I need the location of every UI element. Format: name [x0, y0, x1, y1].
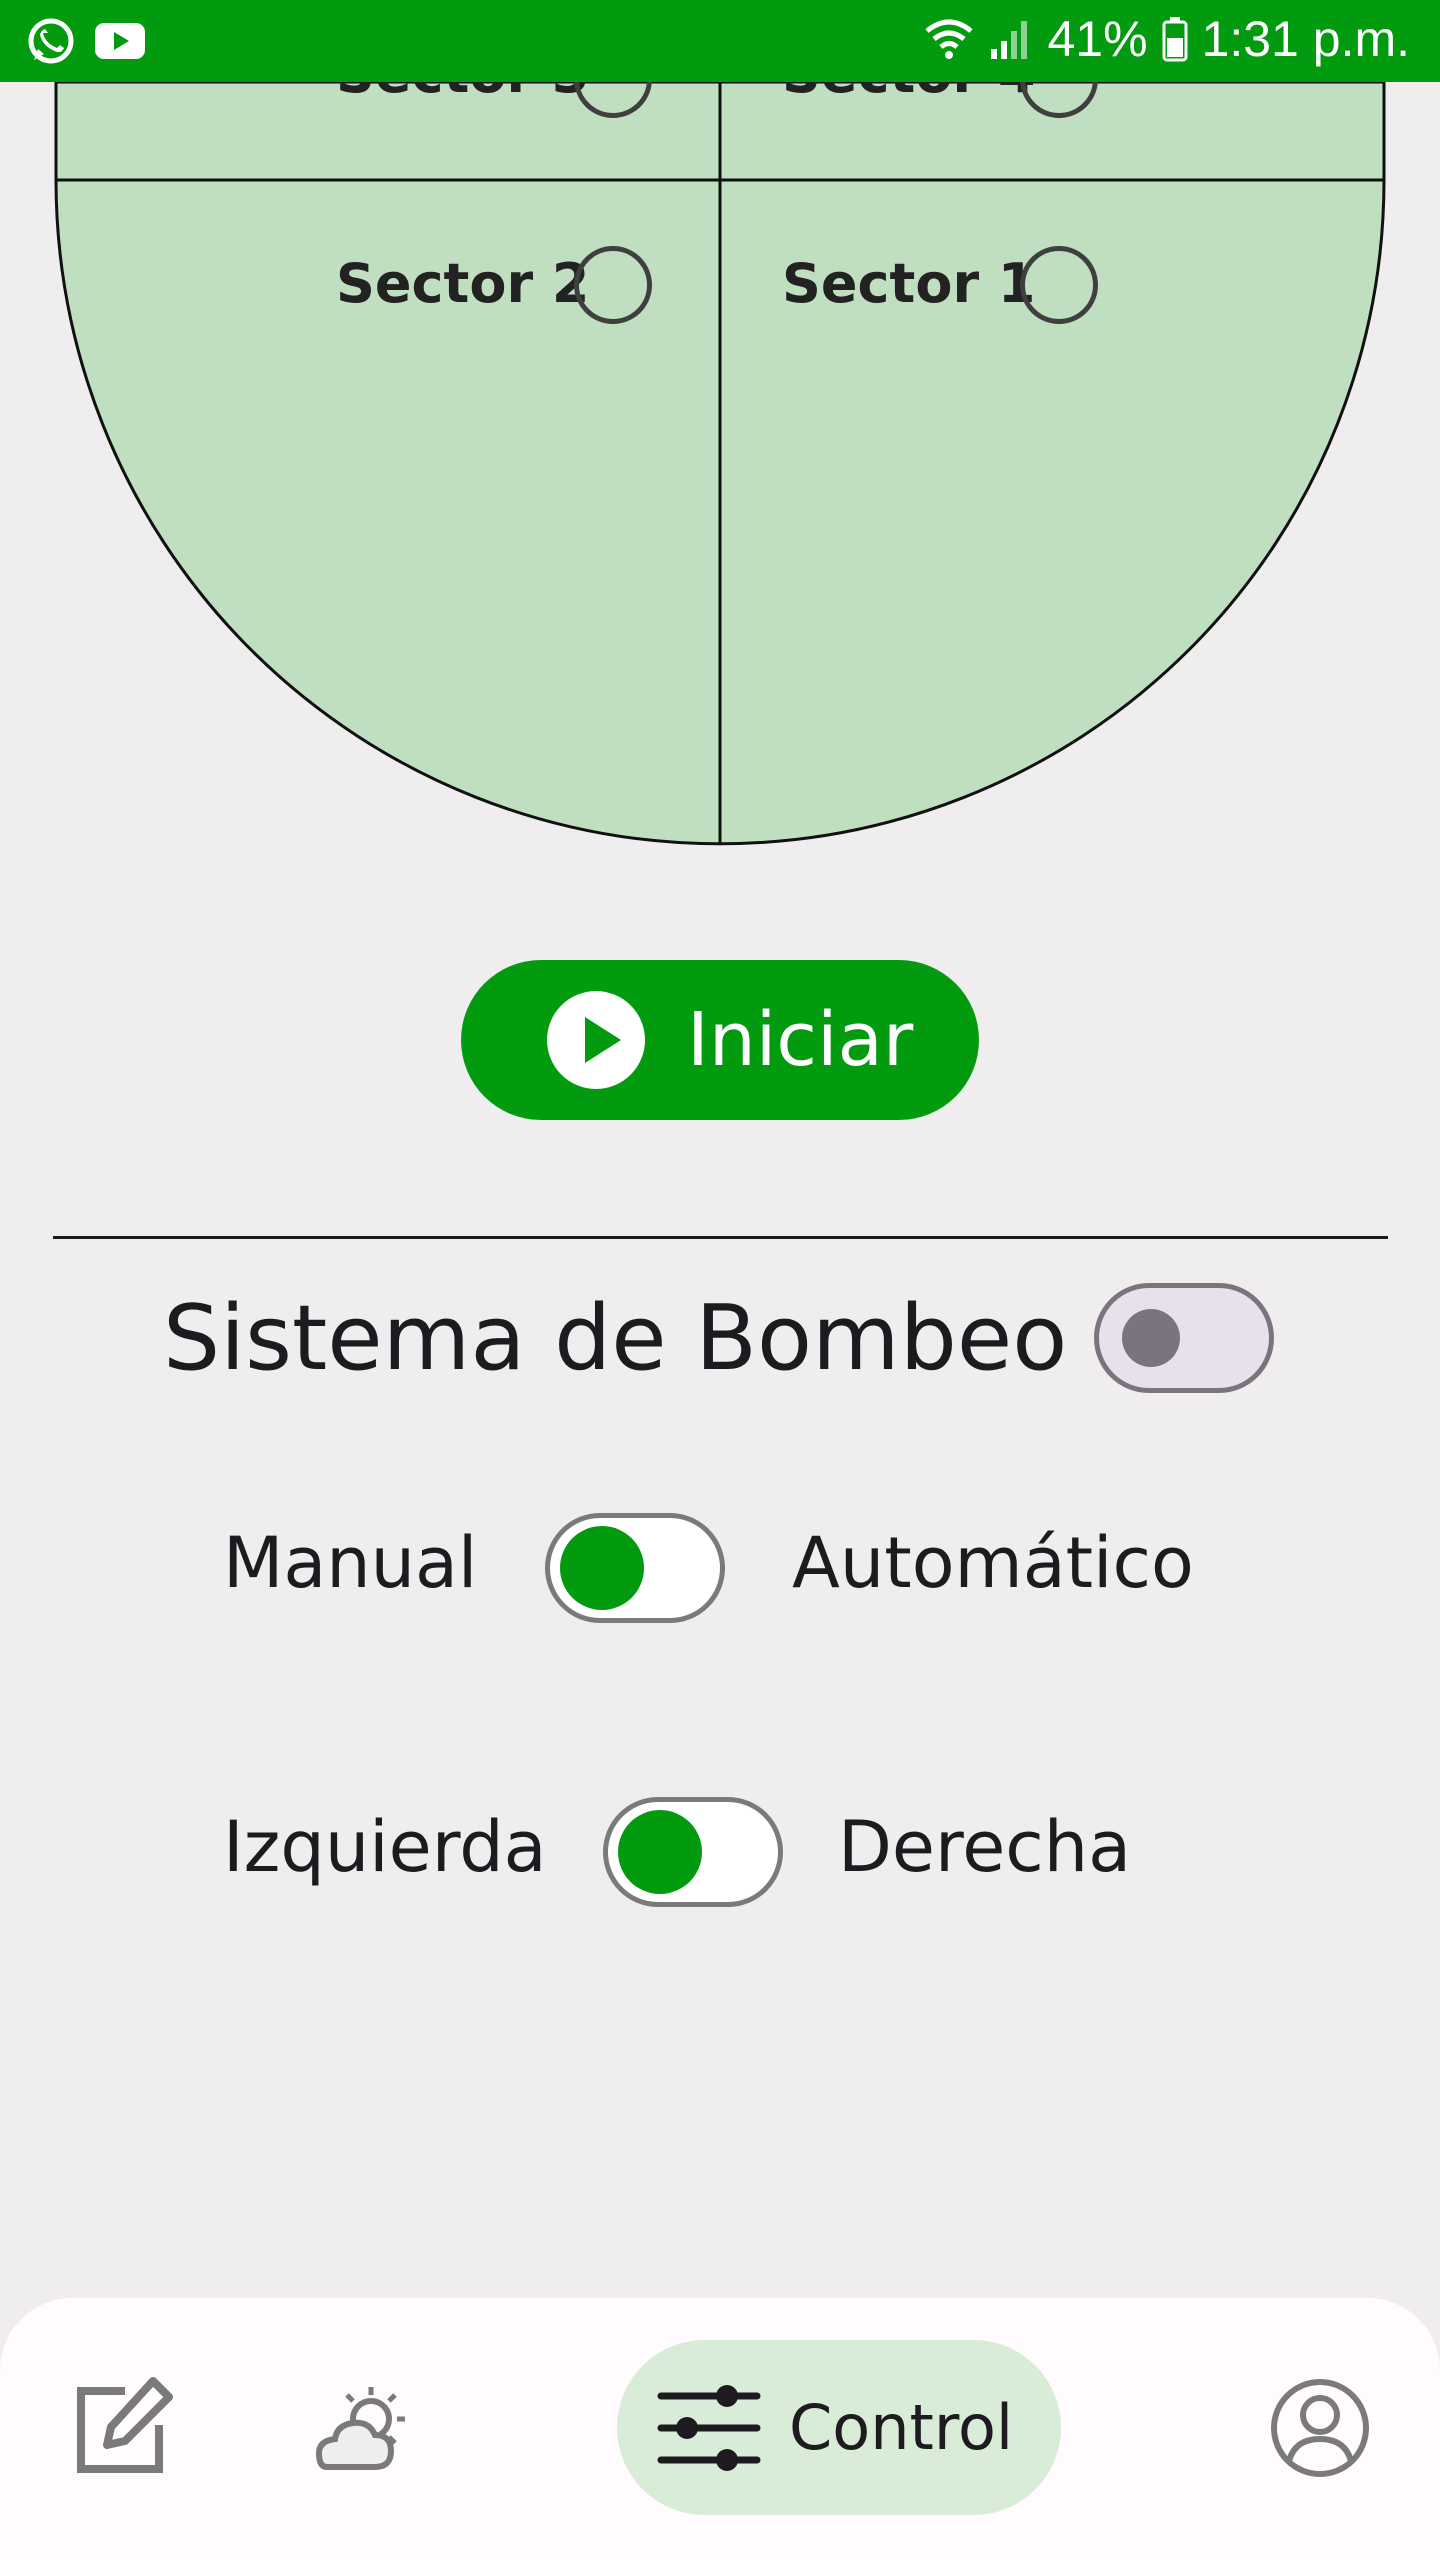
mode-switch[interactable]	[545, 1513, 725, 1623]
start-button[interactable]: Iniciar	[461, 960, 979, 1120]
direction-switch[interactable]	[603, 1797, 783, 1907]
battery-icon	[1162, 16, 1188, 62]
sliders-icon	[657, 2384, 761, 2471]
battery-percent: 41%	[1047, 11, 1148, 67]
start-button-label: Iniciar	[687, 997, 914, 1083]
switch-knob	[1122, 1309, 1180, 1367]
section-divider	[53, 1236, 1388, 1239]
sector-1-radio[interactable]	[1020, 246, 1098, 324]
sector-1-label: Sector 1	[782, 252, 1036, 315]
sector-2-label: Sector 2	[336, 252, 590, 315]
nav-weather[interactable]	[290, 2358, 430, 2498]
signal-icon	[989, 17, 1033, 61]
pump-system-label: Sistema de Bombeo	[163, 1286, 1068, 1391]
nav-account[interactable]	[1250, 2358, 1390, 2498]
nav-control[interactable]: Control	[617, 2340, 1061, 2515]
direction-right-label: Derecha	[838, 1806, 1132, 1888]
weather-icon	[315, 2387, 405, 2470]
mode-manual-label: Manual	[223, 1522, 478, 1604]
wifi-icon	[923, 17, 975, 61]
sector-wheel: Sector 3 Sector 4 Sector 2 Sector 1	[0, 0, 1440, 860]
whatsapp-icon	[26, 16, 76, 66]
direction-left-label: Izquierda	[223, 1806, 547, 1888]
edit-icon	[77, 2377, 173, 2473]
nav-edit[interactable]	[52, 2358, 192, 2498]
youtube-icon	[94, 21, 146, 61]
mode-automatic-label: Automático	[792, 1522, 1194, 1604]
switch-knob	[618, 1810, 702, 1894]
status-bar-content: 41% 1:31 p.m.	[0, 0, 1440, 82]
switch-knob	[560, 1526, 644, 1610]
clock: 1:31 p.m.	[1201, 11, 1410, 67]
nav-control-label: Control	[789, 2391, 1014, 2464]
pump-system-switch[interactable]	[1094, 1283, 1274, 1393]
sector-2-radio[interactable]	[574, 246, 652, 324]
account-icon	[1271, 2379, 1369, 2477]
play-circle-icon	[547, 991, 645, 1089]
